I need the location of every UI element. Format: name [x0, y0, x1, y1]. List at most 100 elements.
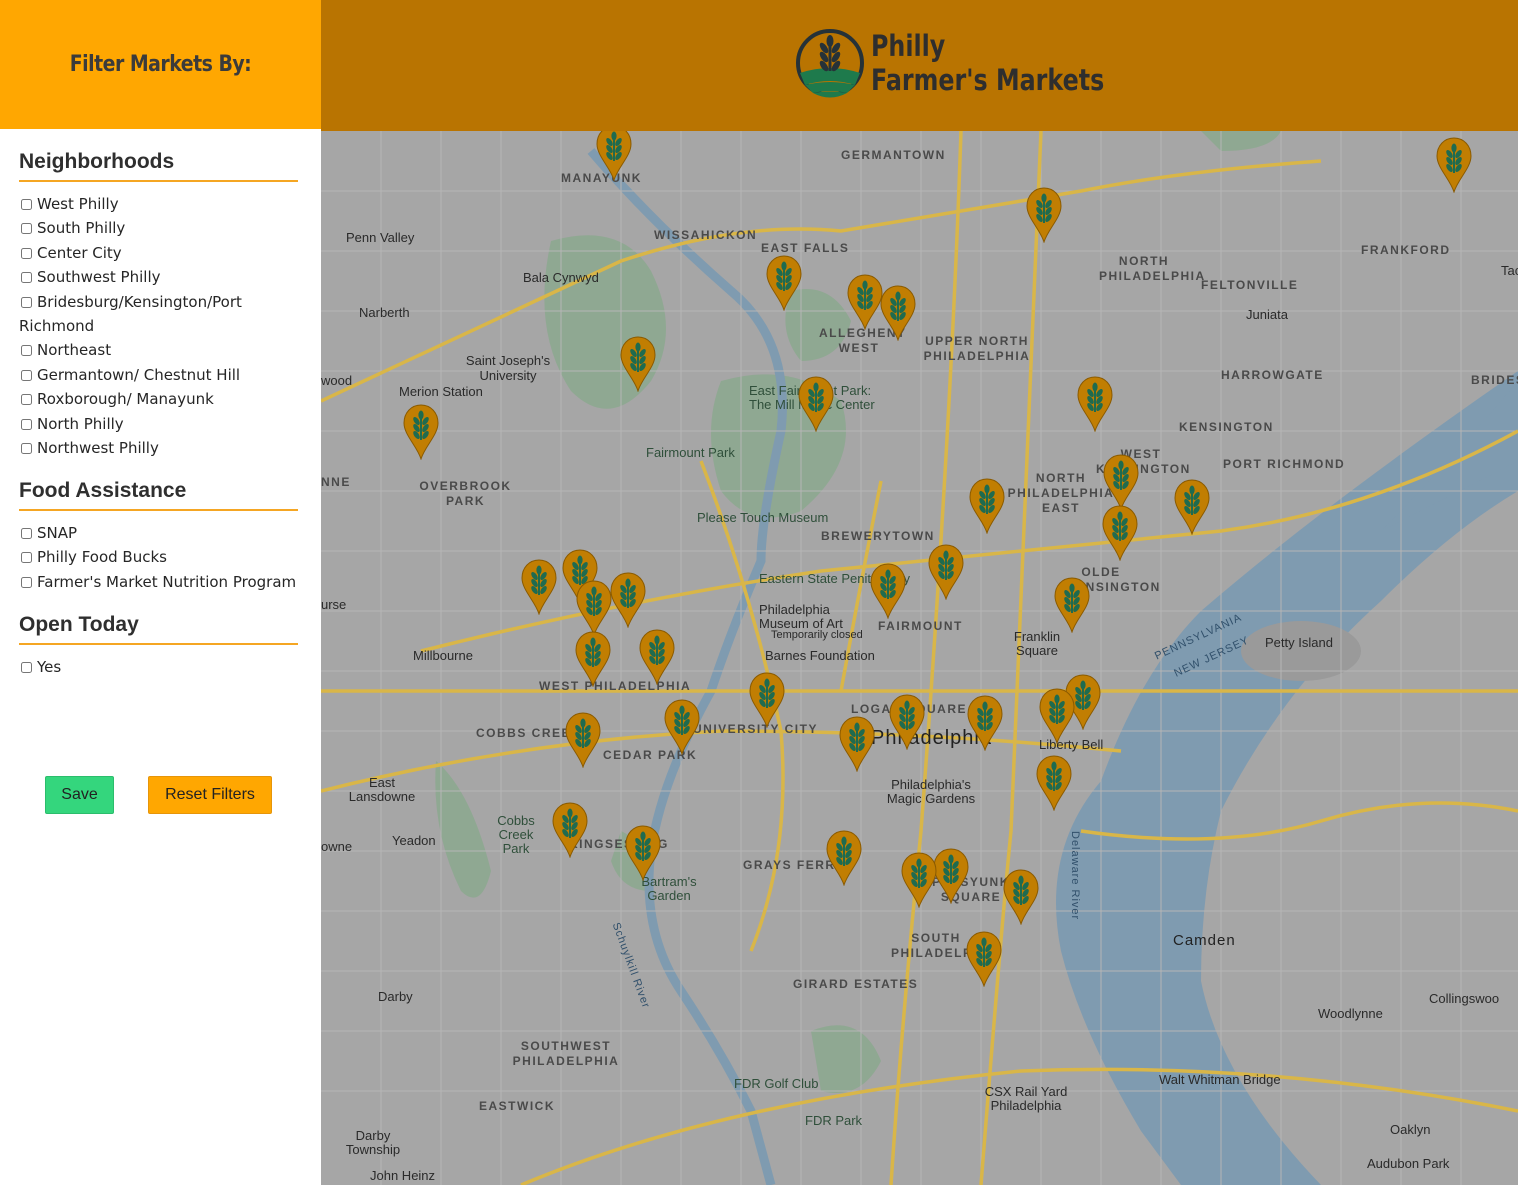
map-label: urse: [321, 597, 347, 612]
map-label: PORT RICHMOND: [1223, 457, 1346, 471]
market-marker[interactable]: [749, 672, 785, 729]
checkbox[interactable]: [21, 576, 32, 588]
market-marker[interactable]: [928, 544, 964, 601]
map-label: Philadelphia Museum of Art: [759, 602, 843, 631]
sidebar-header: Filter Markets By:: [0, 0, 321, 129]
market-marker[interactable]: [625, 825, 661, 882]
food-assistance-section: Food Assistance SNAP Philly Food Bucks F…: [19, 479, 298, 594]
map-label: Penn Valley: [346, 230, 415, 245]
map-label: OVERBROOK PARK: [419, 479, 512, 508]
save-button[interactable]: Save: [45, 776, 114, 814]
checkbox[interactable]: [21, 369, 32, 381]
market-marker[interactable]: [901, 852, 937, 909]
market-marker[interactable]: [620, 336, 656, 393]
market-marker[interactable]: [576, 580, 612, 637]
market-marker[interactable]: [1436, 137, 1472, 194]
map-label: Yeadon: [392, 833, 436, 848]
market-marker[interactable]: [610, 572, 646, 629]
checkbox[interactable]: [21, 443, 32, 455]
checkbox[interactable]: [21, 223, 32, 235]
checkbox[interactable]: [21, 345, 32, 357]
checkbox[interactable]: [21, 528, 32, 539]
checkbox[interactable]: [21, 418, 32, 430]
map-label: Merion Station: [399, 384, 483, 399]
map-label: Darby Township: [345, 1128, 401, 1157]
checkbox[interactable]: [21, 272, 32, 284]
market-map[interactable]: GERMANTOWN MANAYUNK WISSAHICKON EAST FAL…: [321, 131, 1518, 1185]
filter-option-northwest-philly[interactable]: Northwest Philly: [19, 436, 298, 460]
checkbox[interactable]: [21, 552, 32, 564]
market-marker[interactable]: [575, 631, 611, 688]
map-base-layer: [321, 131, 1518, 1185]
filter-option-snap[interactable]: SNAP: [19, 521, 298, 545]
checkbox[interactable]: [21, 199, 32, 210]
filter-option-northeast[interactable]: Northeast: [19, 338, 298, 362]
map-label: BREWERYTOWN: [821, 529, 935, 543]
market-marker[interactable]: [403, 404, 439, 461]
market-marker[interactable]: [565, 712, 601, 769]
map-label: Narberth: [359, 305, 410, 320]
market-marker[interactable]: [596, 131, 632, 182]
market-marker[interactable]: [1036, 755, 1072, 812]
map-label: Please Touch Museum: [697, 510, 829, 525]
checkbox[interactable]: [21, 662, 32, 673]
map-label: GERMANTOWN: [841, 148, 946, 162]
map-label: EASTWICK: [479, 1099, 555, 1113]
market-marker[interactable]: [967, 695, 1003, 752]
map-label: Darby: [378, 989, 413, 1004]
filter-option-southwest-philly[interactable]: Southwest Philly: [19, 265, 298, 289]
market-marker[interactable]: [966, 931, 1002, 988]
checkbox[interactable]: [21, 247, 32, 259]
logo-text: Philly Farmer's Markets: [871, 29, 1104, 97]
map-label: UPPER NORTH PHILADELPHIA: [923, 334, 1031, 363]
filter-option-north-philly[interactable]: North Philly: [19, 412, 298, 436]
filter-option-fmnp[interactable]: Farmer's Market Nutrition Program: [19, 570, 298, 594]
site-logo[interactable]: Philly Farmer's Markets: [795, 27, 1155, 99]
market-marker[interactable]: [969, 478, 1005, 535]
filter-option-west-philly[interactable]: West Philly: [19, 192, 298, 216]
market-marker[interactable]: [826, 830, 862, 887]
map-label: WISSAHICKON: [654, 228, 758, 242]
map-label: Temporarily closed: [771, 629, 863, 641]
neighborhoods-heading: Neighborhoods: [19, 150, 298, 182]
filter-option-germantown[interactable]: Germantown/ Chestnut Hill: [19, 363, 298, 387]
filter-option-roxborough[interactable]: Roxborough/ Manayunk: [19, 387, 298, 411]
market-marker[interactable]: [880, 285, 916, 342]
filter-option-center-city[interactable]: Center City: [19, 241, 298, 265]
market-marker[interactable]: [1054, 577, 1090, 634]
filter-option-philly-food-bucks[interactable]: Philly Food Bucks: [19, 545, 298, 569]
market-marker[interactable]: [933, 848, 969, 905]
market-marker[interactable]: [521, 559, 557, 616]
market-marker[interactable]: [1077, 376, 1113, 433]
map-label: Collingswoo: [1429, 991, 1500, 1006]
map-label: Woodlynne: [1318, 1006, 1383, 1021]
market-marker[interactable]: [1103, 454, 1139, 511]
market-marker[interactable]: [1039, 688, 1075, 745]
market-marker[interactable]: [847, 274, 883, 331]
market-marker[interactable]: [889, 694, 925, 751]
map-label: Philadelphia's Magic Gardens: [886, 777, 976, 806]
market-marker[interactable]: [1026, 187, 1062, 244]
map-label: FRANKFORD: [1361, 243, 1451, 257]
market-marker[interactable]: [870, 563, 906, 620]
map-label: FELTONVILLE: [1201, 278, 1299, 292]
filter-option-bridesburg[interactable]: Bridesburg/Kensington/Port Richmond: [19, 290, 298, 339]
checkbox[interactable]: [21, 394, 32, 406]
market-marker[interactable]: [1174, 479, 1210, 536]
filter-option-south-philly[interactable]: South Philly: [19, 216, 298, 240]
market-marker[interactable]: [798, 376, 834, 433]
checkbox[interactable]: [21, 296, 32, 308]
market-marker[interactable]: [664, 699, 700, 756]
market-marker[interactable]: [552, 802, 588, 859]
filter-option-open-yes[interactable]: Yes: [19, 655, 298, 679]
market-marker[interactable]: [1102, 505, 1138, 562]
reset-filters-button[interactable]: Reset Filters: [148, 776, 272, 814]
market-marker[interactable]: [839, 716, 875, 773]
market-marker[interactable]: [766, 255, 802, 312]
market-marker[interactable]: [639, 629, 675, 686]
map-label: Cobbs Creek Park: [497, 813, 535, 856]
market-marker[interactable]: [1003, 869, 1039, 926]
map-label: FAIRMOUNT: [878, 619, 963, 633]
map-label: Bala Cynwyd: [523, 270, 599, 285]
map-label: owne: [321, 839, 353, 854]
